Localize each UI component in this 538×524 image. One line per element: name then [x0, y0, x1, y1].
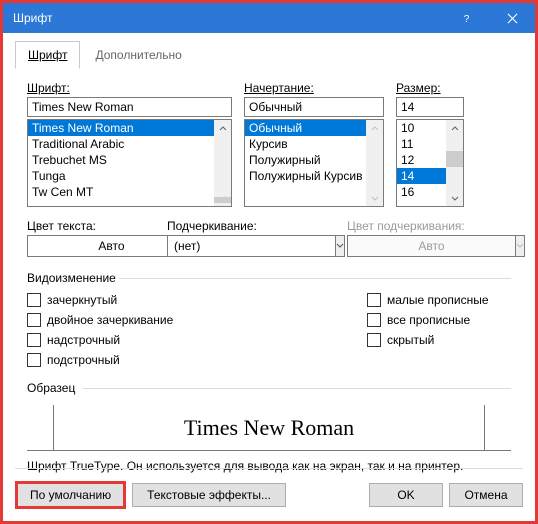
chevron-down-icon: [515, 235, 525, 257]
scroll-down-icon[interactable]: [446, 189, 463, 206]
checkbox-allcaps[interactable]: все прописные: [367, 313, 489, 327]
checkbox-subscript[interactable]: подстрочный: [27, 353, 367, 367]
list-item[interactable]: Полужирный Курсив: [245, 168, 366, 184]
scroll-up-icon[interactable]: [446, 120, 463, 137]
scrollbar[interactable]: [214, 120, 231, 206]
list-item[interactable]: Курсив: [245, 136, 366, 152]
help-button[interactable]: ?: [443, 3, 489, 33]
list-item[interactable]: Trebuchet MS: [28, 152, 214, 168]
font-dialog: Шрифт ? Шрифт Дополнительно Шрифт: Times…: [0, 0, 538, 524]
style-label: Начертание:: [244, 81, 384, 95]
scrollbar[interactable]: [366, 120, 383, 206]
size-input[interactable]: [396, 97, 464, 117]
tab-advanced[interactable]: Дополнительно: [82, 41, 194, 69]
tab-font[interactable]: Шрифт: [15, 41, 80, 69]
scrollbar[interactable]: [446, 120, 463, 206]
font-list[interactable]: Times New Roman Traditional Arabic Trebu…: [27, 119, 232, 207]
checkbox-hidden[interactable]: скрытый: [367, 333, 489, 347]
tab-strip: Шрифт Дополнительно: [3, 33, 535, 69]
style-list[interactable]: Обычный Курсив Полужирный Полужирный Кур…: [244, 119, 384, 207]
list-item[interactable]: Tw Cen MT: [28, 184, 214, 200]
underline-color-value: [347, 235, 515, 257]
font-label: Шрифт:: [27, 81, 232, 95]
titlebar: Шрифт ?: [3, 3, 535, 33]
ok-button[interactable]: OK: [369, 483, 443, 507]
list-item[interactable]: Traditional Arabic: [28, 136, 214, 152]
scroll-up-icon[interactable]: [366, 120, 383, 137]
list-item[interactable]: 14: [397, 168, 446, 184]
list-item[interactable]: 11: [397, 136, 446, 152]
scroll-down-icon[interactable]: [366, 189, 383, 206]
underline-color-label: Цвет подчеркивания:: [347, 219, 475, 233]
cancel-button[interactable]: Отмена: [449, 483, 523, 507]
effects-label: Видоизменение: [27, 271, 511, 285]
font-input[interactable]: [27, 97, 232, 117]
list-item[interactable]: Times New Roman: [28, 120, 214, 136]
checkbox-strikethrough[interactable]: зачеркнутый: [27, 293, 367, 307]
list-item[interactable]: Полужирный: [245, 152, 366, 168]
color-label: Цвет текста:: [27, 219, 155, 233]
checkbox-superscript[interactable]: надстрочный: [27, 333, 367, 347]
underline-value[interactable]: [167, 235, 335, 257]
underline-color-dropdown: [347, 235, 475, 257]
checkbox-double-strikethrough[interactable]: двойное зачеркивание: [27, 313, 367, 327]
list-item[interactable]: Обычный: [245, 120, 366, 136]
text-effects-button[interactable]: Текстовые эффекты...: [132, 483, 286, 507]
list-item[interactable]: 12: [397, 152, 446, 168]
list-item[interactable]: Tunga: [28, 168, 214, 184]
underline-dropdown[interactable]: [167, 235, 335, 257]
sample-label: Образец: [27, 381, 511, 395]
underline-label: Подчеркивание:: [167, 219, 335, 233]
list-item[interactable]: 10: [397, 120, 446, 136]
style-input[interactable]: [244, 97, 384, 117]
list-item[interactable]: 16: [397, 184, 446, 200]
close-button[interactable]: [489, 3, 535, 33]
set-default-button[interactable]: По умолчанию: [15, 481, 126, 509]
chevron-down-icon[interactable]: [335, 235, 345, 257]
scroll-up-icon[interactable]: [214, 120, 231, 137]
size-label: Размер:: [396, 81, 464, 95]
font-color-dropdown[interactable]: [27, 235, 155, 257]
checkbox-smallcaps[interactable]: малые прописные: [367, 293, 489, 307]
svg-text:?: ?: [463, 14, 469, 24]
sample-preview: Times New Roman: [27, 405, 511, 451]
sample-text: Times New Roman: [53, 405, 485, 451]
window-title: Шрифт: [13, 11, 443, 25]
size-list[interactable]: 10 11 12 14 16: [396, 119, 464, 207]
